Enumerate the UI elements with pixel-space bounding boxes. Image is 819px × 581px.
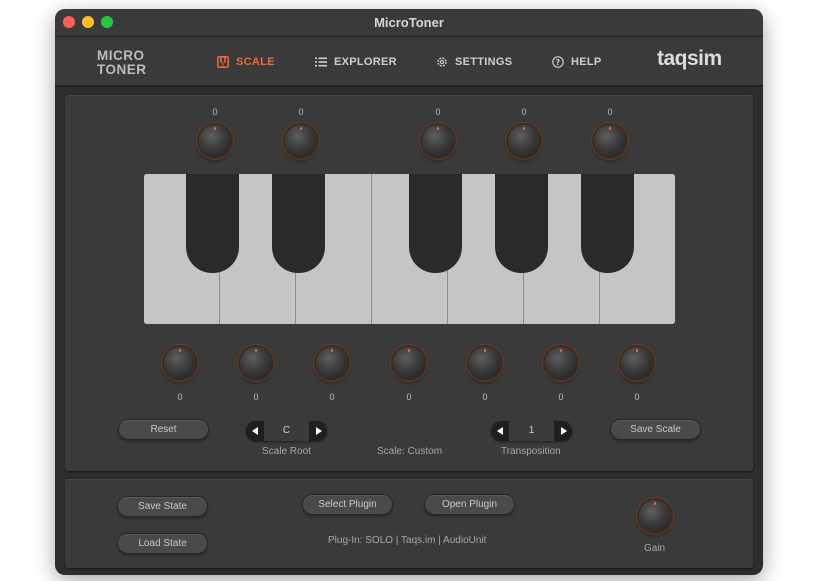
- bottom-knob-value: 0: [634, 392, 640, 402]
- bottom-knob-value: 0: [329, 392, 335, 402]
- save-state-button[interactable]: Save State: [118, 497, 207, 516]
- black-key[interactable]: [409, 174, 462, 273]
- black-key[interactable]: [272, 174, 325, 273]
- black-key[interactable]: [495, 174, 548, 273]
- transposition-decrement[interactable]: [491, 421, 509, 441]
- transposition-stepper: 1: [491, 421, 572, 441]
- tab-settings[interactable]: SETTINGS: [436, 55, 512, 69]
- bottom-knob-value: 0: [558, 392, 564, 402]
- triangle-left-icon: [251, 422, 259, 440]
- transposition-increment[interactable]: [554, 421, 572, 441]
- question-icon: ?: [552, 56, 564, 68]
- tab-help[interactable]: ? HELP: [552, 55, 602, 69]
- scale-name-label: Scale: Custom: [377, 446, 443, 457]
- scale-panel: 0 0 0 0 0 0 0 0 0 0 0 0 Reset C Scale Ro…: [65, 95, 753, 471]
- scale-root-value: C: [264, 421, 309, 441]
- transposition-label: Transposition: [501, 446, 561, 457]
- bottom-tuning-knob[interactable]: [469, 347, 501, 379]
- list-icon: [315, 56, 327, 68]
- triangle-right-icon: [315, 422, 322, 440]
- scale-root-stepper: C: [246, 421, 327, 441]
- load-state-button[interactable]: Load State: [118, 534, 207, 553]
- piano-keyboard: [144, 174, 675, 324]
- plugin-panel: Save State Load State Select Plugin Open…: [65, 479, 753, 568]
- top-tuning-knob[interactable]: [422, 125, 454, 157]
- top-tuning-knob[interactable]: [199, 125, 231, 157]
- top-tuning-knob[interactable]: [508, 125, 540, 157]
- scale-root-increment[interactable]: [309, 421, 327, 441]
- top-tuning-knob[interactable]: [594, 125, 626, 157]
- top-knob-value: 0: [212, 107, 218, 117]
- scale-root-decrement[interactable]: [246, 421, 264, 441]
- tab-scale-label: SCALE: [236, 56, 275, 68]
- gear-icon: [436, 56, 448, 68]
- select-plugin-button[interactable]: Select Plugin: [303, 495, 392, 514]
- gain-label: Gain: [644, 543, 666, 554]
- tab-settings-label: SETTINGS: [455, 56, 513, 68]
- black-key[interactable]: [581, 174, 634, 273]
- bottom-knob-value: 0: [253, 392, 259, 402]
- plugin-info: Plug-In: SOLO | Taqs.im | AudioUnit: [328, 535, 487, 546]
- open-plugin-button[interactable]: Open Plugin: [425, 495, 514, 514]
- app-logo: MICRO TONER: [97, 49, 147, 77]
- top-tuning-knob[interactable]: [285, 125, 317, 157]
- tab-scale[interactable]: SCALE: [217, 55, 275, 69]
- reset-button[interactable]: Reset: [119, 420, 208, 439]
- top-knob-value: 0: [435, 107, 441, 117]
- top-knob-value: 0: [521, 107, 527, 117]
- piano-keys-icon: [217, 56, 229, 68]
- transposition-value: 1: [509, 421, 554, 441]
- black-key[interactable]: [186, 174, 239, 273]
- window-title: MicroToner: [374, 15, 444, 30]
- bottom-tuning-knob[interactable]: [164, 347, 196, 379]
- title-bar: MicroToner: [55, 9, 763, 37]
- triangle-right-icon: [560, 422, 567, 440]
- logo-line-1: MICRO: [97, 48, 145, 63]
- tab-explorer-label: EXPLORER: [334, 56, 397, 68]
- app-window: MicroToner MICRO TONER SCALE EXPLORER SE…: [55, 9, 763, 575]
- bottom-tuning-knob[interactable]: [621, 347, 653, 379]
- bottom-knob-value: 0: [482, 392, 488, 402]
- tab-help-label: HELP: [571, 56, 602, 68]
- nav-bar: MICRO TONER SCALE EXPLORER SETTINGS ? HE…: [55, 37, 763, 87]
- bottom-tuning-knob[interactable]: [393, 347, 425, 379]
- bottom-knob-value: 0: [177, 392, 183, 402]
- scale-root-label: Scale Root: [262, 446, 311, 457]
- brand-logo: taqsim: [657, 47, 722, 70]
- top-knob-value: 0: [607, 107, 613, 117]
- top-knob-value: 0: [298, 107, 304, 117]
- triangle-left-icon: [496, 422, 504, 440]
- svg-text:?: ?: [556, 58, 561, 67]
- gain-knob[interactable]: [639, 500, 671, 532]
- bottom-tuning-knob[interactable]: [240, 347, 272, 379]
- bottom-tuning-knob[interactable]: [545, 347, 577, 379]
- bottom-knob-value: 0: [406, 392, 412, 402]
- save-scale-button[interactable]: Save Scale: [611, 420, 700, 439]
- logo-line-2: TONER: [97, 62, 147, 77]
- tab-explorer[interactable]: EXPLORER: [315, 55, 397, 69]
- bottom-tuning-knob[interactable]: [316, 347, 348, 379]
